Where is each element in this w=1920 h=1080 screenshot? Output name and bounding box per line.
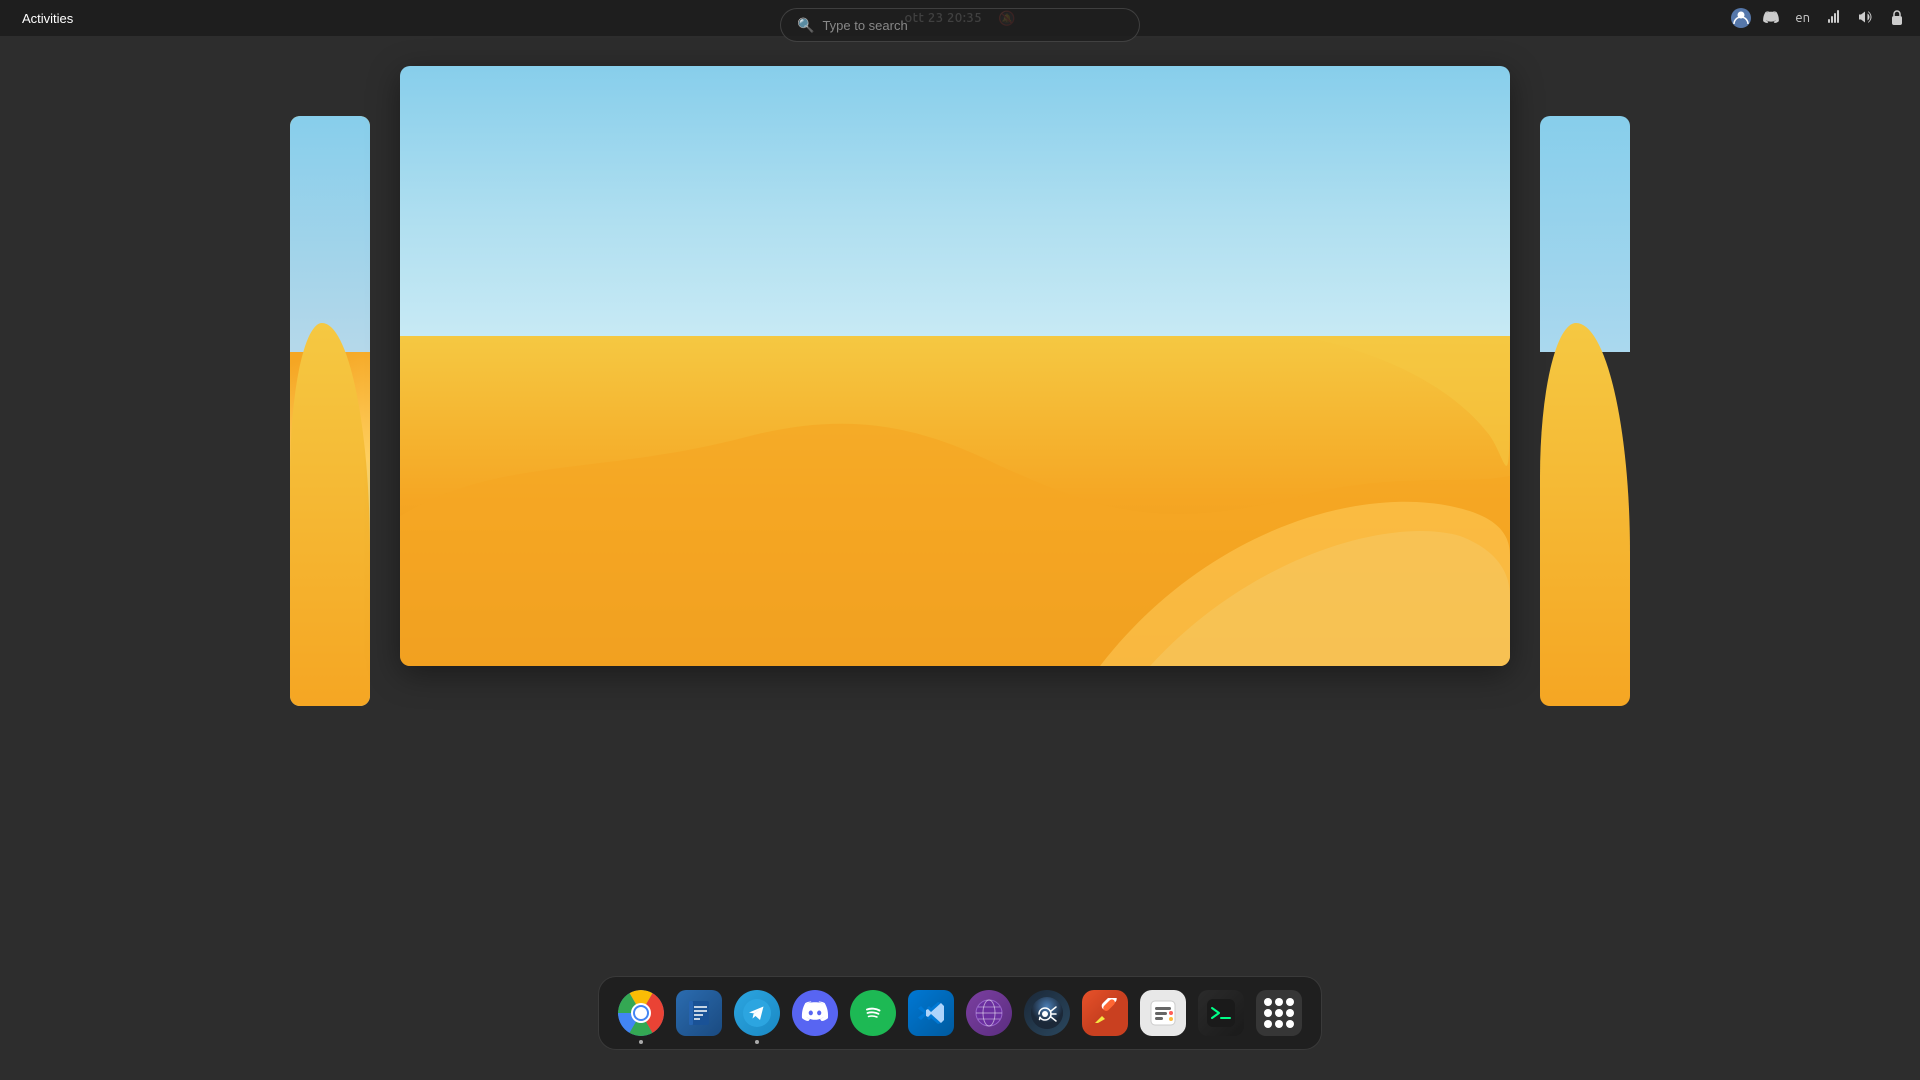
search-input[interactable] <box>822 18 1123 33</box>
app-dot-7 <box>1264 1020 1272 1028</box>
network-icon[interactable] <box>1822 7 1846 30</box>
searchbar: 🔍 <box>780 8 1140 42</box>
dock-marker[interactable] <box>1079 987 1131 1039</box>
dock-vscode[interactable] <box>905 987 957 1039</box>
app-dot-6 <box>1286 1009 1294 1017</box>
app-dot-3 <box>1286 998 1294 1006</box>
window-thumbnail-right[interactable] <box>1540 116 1630 706</box>
dock-telegram-dot <box>755 1040 759 1044</box>
dock-toolbox[interactable] <box>1137 987 1189 1039</box>
dock-chromium[interactable] <box>615 987 667 1039</box>
app-dot-5 <box>1275 1009 1283 1017</box>
dock-chromium-dot <box>639 1040 643 1044</box>
wallpaper <box>400 66 1510 666</box>
app-dot-9 <box>1286 1020 1294 1028</box>
dock-show-apps[interactable] <box>1253 987 1305 1039</box>
left-window-sand <box>290 323 370 707</box>
activities-button[interactable]: Activities <box>12 7 83 30</box>
user-avatar[interactable] <box>1731 8 1751 28</box>
wallpaper-sand <box>400 336 1510 666</box>
topbar-right: en <box>1731 7 1908 30</box>
right-window-sand <box>1540 323 1630 707</box>
left-window-sky <box>290 116 370 352</box>
search-icon: 🔍 <box>797 17 814 34</box>
searchbar-container: 🔍 <box>780 8 1140 42</box>
app-dot-4 <box>1264 1009 1272 1017</box>
desktop <box>0 36 1920 1080</box>
dock-discord[interactable] <box>789 987 841 1039</box>
discord-tray-icon[interactable] <box>1759 9 1783 28</box>
dock-gnome-web[interactable] <box>963 987 1015 1039</box>
app-dot-1 <box>1264 998 1272 1006</box>
lock-icon[interactable] <box>1886 7 1908 30</box>
dock-terminal[interactable] <box>1195 987 1247 1039</box>
window-thumbnail-left[interactable] <box>290 116 370 706</box>
dock <box>598 976 1322 1050</box>
window-main[interactable] <box>400 66 1510 666</box>
app-dot-2 <box>1275 998 1283 1006</box>
right-window-sky <box>1540 116 1630 352</box>
app-dot-8 <box>1275 1020 1283 1028</box>
dock-telegram[interactable] <box>731 987 783 1039</box>
language-indicator[interactable]: en <box>1791 9 1814 27</box>
topbar-left: Activities <box>12 7 83 30</box>
volume-icon[interactable] <box>1854 7 1878 30</box>
dock-spotify[interactable] <box>847 987 899 1039</box>
dock-notes[interactable] <box>673 987 725 1039</box>
dock-steam[interactable] <box>1021 987 1073 1039</box>
